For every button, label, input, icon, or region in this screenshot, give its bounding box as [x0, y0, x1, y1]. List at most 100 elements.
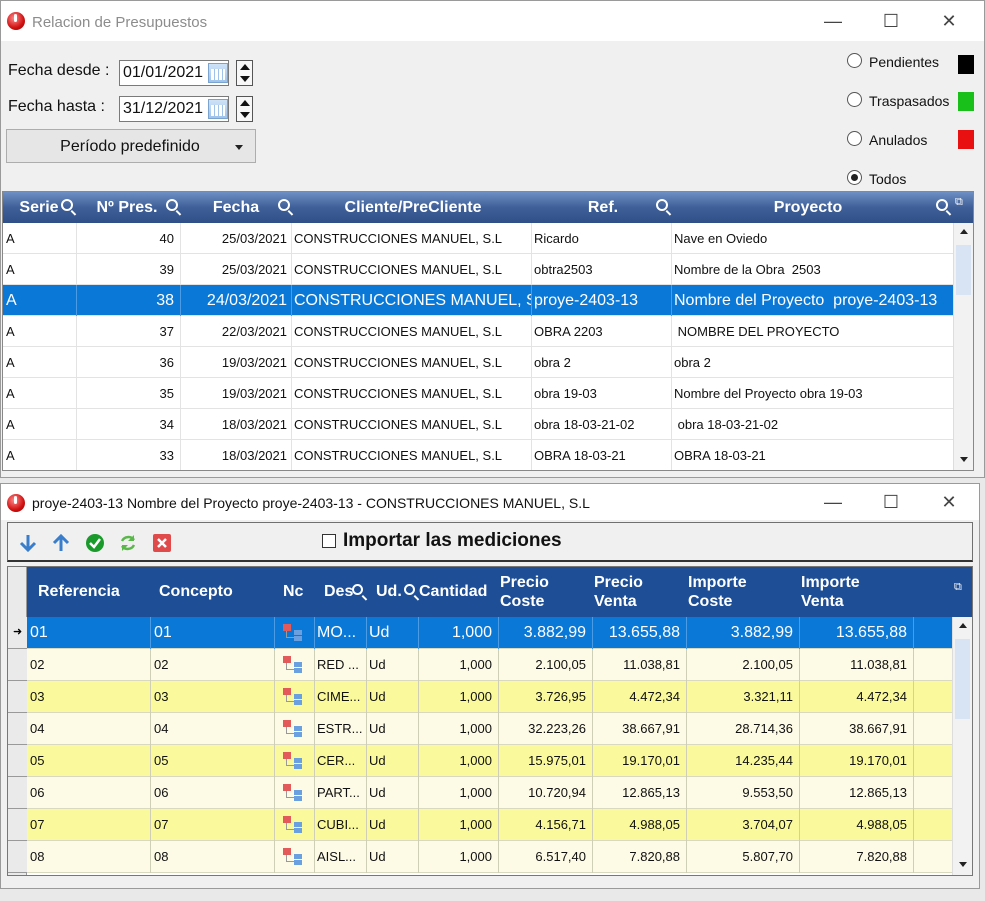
check-icon[interactable] [85, 533, 105, 553]
table-row-selected[interactable]: A 38 24/03/2021 CONSTRUCCIONES MANUEL, S… [3, 285, 953, 316]
cell-cantidad: 1,000 [419, 777, 499, 809]
col-importe-venta-1[interactable]: Importe [801, 573, 860, 592]
row-header[interactable] [8, 681, 27, 713]
radio-todos[interactable] [847, 170, 862, 185]
search-icon[interactable] [166, 199, 178, 211]
cell-precio-venta: 12.865,13 [593, 777, 687, 809]
col-fecha[interactable]: Fecha [181, 199, 291, 217]
cell-referencia: 07 [27, 809, 151, 841]
importar-checkbox[interactable] [322, 534, 336, 548]
delete-icon[interactable] [152, 533, 172, 553]
col-precio-coste-1[interactable]: Precio [500, 573, 549, 592]
cell-cantidad: 1,000 [419, 809, 499, 841]
row-header[interactable] [8, 777, 27, 809]
search-icon[interactable] [61, 199, 73, 211]
table-row[interactable]: A 34 18/03/2021 CONSTRUCCIONES MANUEL, S… [3, 409, 953, 440]
minimize-button[interactable]: — [804, 1, 862, 41]
close-button[interactable]: ✕ [920, 1, 978, 41]
vertical-scrollbar[interactable] [953, 223, 973, 470]
search-icon[interactable] [936, 199, 948, 211]
row-header[interactable] [8, 841, 27, 873]
scroll-up-icon[interactable] [959, 623, 967, 628]
col-precio-venta-1[interactable]: Precio [594, 573, 643, 592]
hierarchy-icon[interactable] [283, 720, 305, 738]
search-icon[interactable] [656, 199, 668, 211]
hierarchy-icon[interactable] [283, 816, 305, 834]
col-importe-coste-2[interactable]: Coste [688, 592, 732, 611]
table-row[interactable]: 05 05 CER... Ud 1,000 15.975,01 19.170,01 14.23… [27, 745, 952, 777]
fecha-hasta-spinner[interactable] [236, 96, 253, 122]
cell-ref: OBRA 2203 [532, 316, 672, 347]
col-referencia[interactable]: Referencia [38, 582, 120, 601]
table-row[interactable]: 03 03 CIME... Ud 1,000 3.726,95 4.472,34 3.321,… [27, 681, 952, 713]
table-row[interactable]: A 33 18/03/2021 CONSTRUCCIONES MANUEL, S… [3, 440, 953, 470]
col-precio-coste-2[interactable]: Coste [500, 592, 544, 611]
hierarchy-icon[interactable] [283, 752, 305, 770]
periodo-predefinido-dropdown[interactable]: Período predefinido [6, 129, 256, 163]
search-icon[interactable] [404, 584, 415, 595]
column-chooser-icon[interactable]: ⧉ [954, 581, 966, 593]
maximize-button[interactable]: ☐ [862, 1, 920, 41]
table-row[interactable]: A 40 25/03/2021 CONSTRUCCIONES MANUEL, S… [3, 223, 953, 254]
column-chooser-icon[interactable]: ⧉ [955, 196, 963, 208]
col-num-pres[interactable]: Nº Pres. [77, 199, 177, 217]
table-row[interactable]: 02 02 RED ... Ud 1,000 2.100,05 11.038,81 2.100… [27, 649, 952, 681]
hierarchy-icon[interactable] [283, 848, 305, 866]
row-header[interactable]: ➜ [8, 617, 27, 649]
hierarchy-icon[interactable] [283, 688, 305, 706]
col-ref[interactable]: Ref. [533, 199, 673, 217]
table-row[interactable]: 04 04 ESTR... Ud 1,000 32.223,26 38.667,91 28.7… [27, 713, 952, 745]
table-row[interactable]: A 35 19/03/2021 CONSTRUCCIONES MANUEL, S… [3, 378, 953, 409]
table-row[interactable]: A 36 19/03/2021 CONSTRUCCIONES MANUEL, S… [3, 347, 953, 378]
minimize-button[interactable]: — [804, 484, 862, 520]
close-button[interactable]: ✕ [920, 484, 978, 520]
col-ud[interactable]: Ud. [376, 582, 402, 601]
col-importe-coste-1[interactable]: Importe [688, 573, 747, 592]
cell-precio-venta: 4.472,34 [593, 681, 687, 713]
maximize-button[interactable]: ☐ [862, 484, 920, 520]
scroll-thumb[interactable] [956, 245, 971, 295]
col-cantidad[interactable]: Cantidad [419, 582, 487, 601]
arrow-up-icon[interactable] [51, 533, 71, 553]
col-cliente[interactable]: Cliente/PreCliente [293, 199, 533, 217]
vertical-scrollbar[interactable] [952, 617, 972, 875]
fecha-desde-spinner[interactable] [236, 60, 253, 86]
cell-des: PART... [315, 777, 367, 809]
cell-importe-venta: 12.865,13 [800, 777, 914, 809]
cell-proyecto: NOMBRE DEL PROYECTO [674, 324, 840, 339]
table-row[interactable]: A 37 22/03/2021 CONSTRUCCIONES MANUEL, S… [3, 316, 953, 347]
arrow-down-icon[interactable] [18, 533, 38, 553]
scroll-thumb[interactable] [955, 639, 970, 719]
search-icon[interactable] [352, 584, 363, 595]
scroll-up-icon[interactable] [960, 229, 968, 234]
hierarchy-icon[interactable] [283, 624, 305, 642]
radio-traspasados[interactable] [847, 92, 862, 107]
table-row[interactable]: 07 07 CUBI... Ud 1,000 4.156,71 4.988,05 3.704,… [27, 809, 952, 841]
radio-anulados[interactable] [847, 131, 862, 146]
table-row[interactable]: 06 06 PART... Ud 1,000 10.720,94 12.865,13 9.55… [27, 777, 952, 809]
calendar-icon[interactable] [208, 99, 228, 119]
col-importe-venta-2[interactable]: Venta [801, 592, 844, 611]
calendar-icon[interactable] [208, 63, 228, 83]
hierarchy-icon[interactable] [283, 656, 305, 674]
scroll-down-icon[interactable] [959, 862, 967, 867]
todos-label: Todos [869, 171, 907, 187]
col-concepto[interactable]: Concepto [159, 582, 233, 601]
row-header[interactable] [8, 649, 27, 681]
refresh-icon[interactable] [118, 533, 138, 553]
table-row[interactable]: 08 08 AISL... Ud 1,000 6.517,40 7.820,88 5.807,… [27, 841, 952, 873]
table-row[interactable]: A 39 25/03/2021 CONSTRUCCIONES MANUEL, S… [3, 254, 953, 285]
table-row-selected[interactable]: 01 01 MO... Ud 1,000 3.882,99 13.655,88 3.882,9… [27, 617, 952, 649]
radio-pendientes[interactable] [847, 53, 862, 68]
hierarchy-icon[interactable] [283, 784, 305, 802]
row-header[interactable] [8, 745, 27, 777]
scroll-down-icon[interactable] [960, 457, 968, 462]
col-precio-venta-2[interactable]: Venta [594, 592, 637, 611]
col-nc[interactable]: Nc [283, 582, 303, 601]
row-header[interactable] [8, 809, 27, 841]
row-header[interactable] [8, 713, 27, 745]
col-des[interactable]: Des [324, 582, 353, 601]
col-proyecto[interactable]: Proyecto [673, 199, 943, 217]
search-icon[interactable] [278, 199, 290, 211]
cell-nc [275, 713, 315, 745]
